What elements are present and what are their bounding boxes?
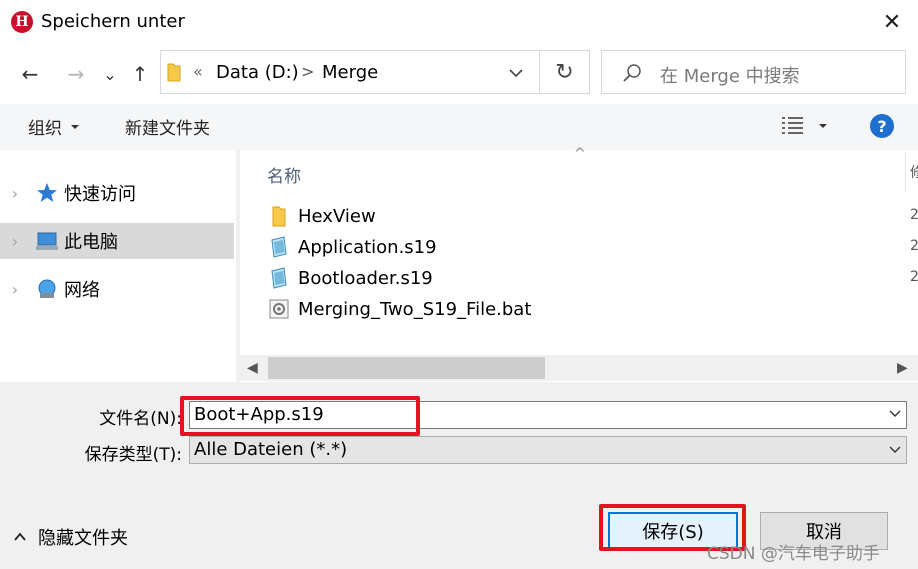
view-options-caret-icon[interactable] [818,122,828,130]
list-item[interactable]: Merging_Two_S19_File.bat [268,294,531,324]
scroll-right-icon[interactable]: ▶ [897,360,908,376]
date-cell-cut: 2 [910,269,918,285]
chevron-right-icon[interactable]: › [0,232,30,251]
recent-locations-button[interactable]: ⌄ [100,58,120,90]
back-button[interactable]: ← [14,58,46,90]
sidebar-item-label: 快速访问 [64,184,136,205]
arrow-right-icon: → [67,62,85,86]
breadcrumb-item-drive[interactable]: Data (D:) [216,62,299,83]
sidebar-item-quick-access[interactable]: › 快速访问 [0,175,234,211]
chevron-right-icon[interactable]: › [0,184,30,203]
column-separator[interactable] [905,152,906,192]
batch-file-icon [269,299,289,319]
highlight-box [180,396,420,436]
help-icon[interactable]: ? [870,114,894,138]
search-placeholder: 在 Merge 中搜索 [660,66,800,87]
s19-file-icon [271,267,287,289]
file-name: Bootloader.s19 [298,267,433,289]
search-icon [623,64,641,82]
refresh-icon: ↻ [555,59,574,85]
filename-dropdown-chevron-icon[interactable] [889,410,901,418]
arrow-up-icon: ↑ [131,62,149,86]
hide-folders-toggle[interactable]: 隐藏文件夹 [14,524,128,550]
folder-icon [167,63,181,82]
date-cell-cut: 2 [910,207,918,223]
column-header-date-cut: 修 [910,165,918,181]
sort-ascending-icon: ^ [574,146,586,162]
list-item[interactable]: Bootloader.s19 [268,263,433,293]
list-item[interactable]: HexView [268,201,376,231]
organize-label: 组织 [28,119,62,139]
list-item[interactable]: Application.s19 [268,232,437,262]
window-title: Speichern unter [41,11,185,32]
file-name: Merging_Two_S19_File.bat [298,298,532,320]
chevron-up-icon [14,532,26,541]
filetype-label: 保存类型(T): [84,445,182,465]
network-icon [38,279,56,298]
star-icon [37,183,57,202]
chevron-down-icon: ⌄ [103,64,117,84]
refresh-button[interactable]: ↻ [540,50,590,94]
hide-folders-label: 隐藏文件夹 [38,528,128,549]
view-details-icon[interactable] [782,116,804,134]
filename-label: 文件名(N): [99,409,182,429]
forward-button[interactable]: → [60,58,92,90]
sidebar-item-this-pc[interactable]: › 此电脑 [0,223,234,259]
sidebar-item-network[interactable]: › 网络 [0,271,234,307]
address-history-chevron-icon[interactable] [509,68,523,78]
computer-icon [36,232,58,250]
organize-button[interactable]: 组织 [28,114,80,139]
app-logo-icon: H [11,11,33,33]
s19-file-icon [271,236,287,258]
up-button[interactable]: ↑ [124,58,156,90]
breadcrumb-overflow-icon[interactable]: « [193,62,203,81]
watermark: CSDN @汽车电子助手 [707,544,880,564]
filetype-dropdown-chevron-icon[interactable] [889,446,901,454]
chevron-right-icon[interactable]: › [0,280,30,299]
close-button[interactable]: ✕ [876,6,908,38]
breadcrumb-item-merge[interactable]: Merge [322,62,378,83]
file-name: Application.s19 [298,236,437,258]
scroll-left-icon[interactable]: ◀ [247,360,258,376]
arrow-left-icon: ← [21,62,39,86]
filetype-value[interactable]: Alle Dateien (*.*) [194,439,347,460]
caret-down-icon [71,124,79,129]
folder-icon [272,206,286,227]
date-cell-cut: 2 [910,238,918,254]
scrollbar-thumb[interactable] [268,357,545,379]
breadcrumb-separator-icon[interactable]: > [301,62,314,81]
sidebar-item-label: 网络 [64,280,100,301]
new-folder-button[interactable]: 新建文件夹 [125,114,210,139]
file-name: HexView [298,205,376,227]
column-header-name[interactable]: 名称 [267,162,301,187]
sidebar-item-label: 此电脑 [64,232,118,253]
